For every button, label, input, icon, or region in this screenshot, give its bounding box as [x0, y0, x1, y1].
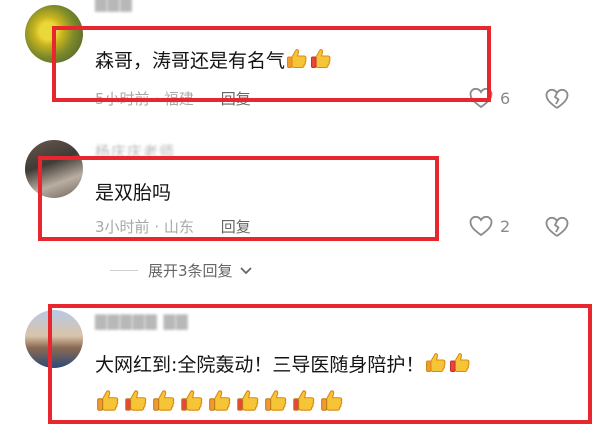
divider	[110, 270, 138, 271]
dislike-button[interactable]	[544, 215, 570, 239]
broken-heart-icon	[544, 215, 570, 239]
dislike-button[interactable]	[544, 87, 570, 111]
like-button[interactable]: 2	[468, 214, 510, 238]
chevron-down-icon	[239, 262, 253, 280]
expand-replies-button[interactable]: 展开3条回复	[110, 260, 253, 281]
heart-outline-icon	[468, 214, 494, 238]
highlight-box	[48, 304, 592, 424]
like-count: 6	[500, 88, 511, 108]
expand-replies-label: 展开3条回复	[148, 262, 233, 280]
highlight-box	[38, 156, 439, 241]
comment-username[interactable]: ▇▇▇	[95, 0, 133, 12]
broken-heart-icon	[544, 87, 570, 111]
highlight-box	[52, 26, 491, 102]
like-count: 2	[500, 216, 511, 236]
